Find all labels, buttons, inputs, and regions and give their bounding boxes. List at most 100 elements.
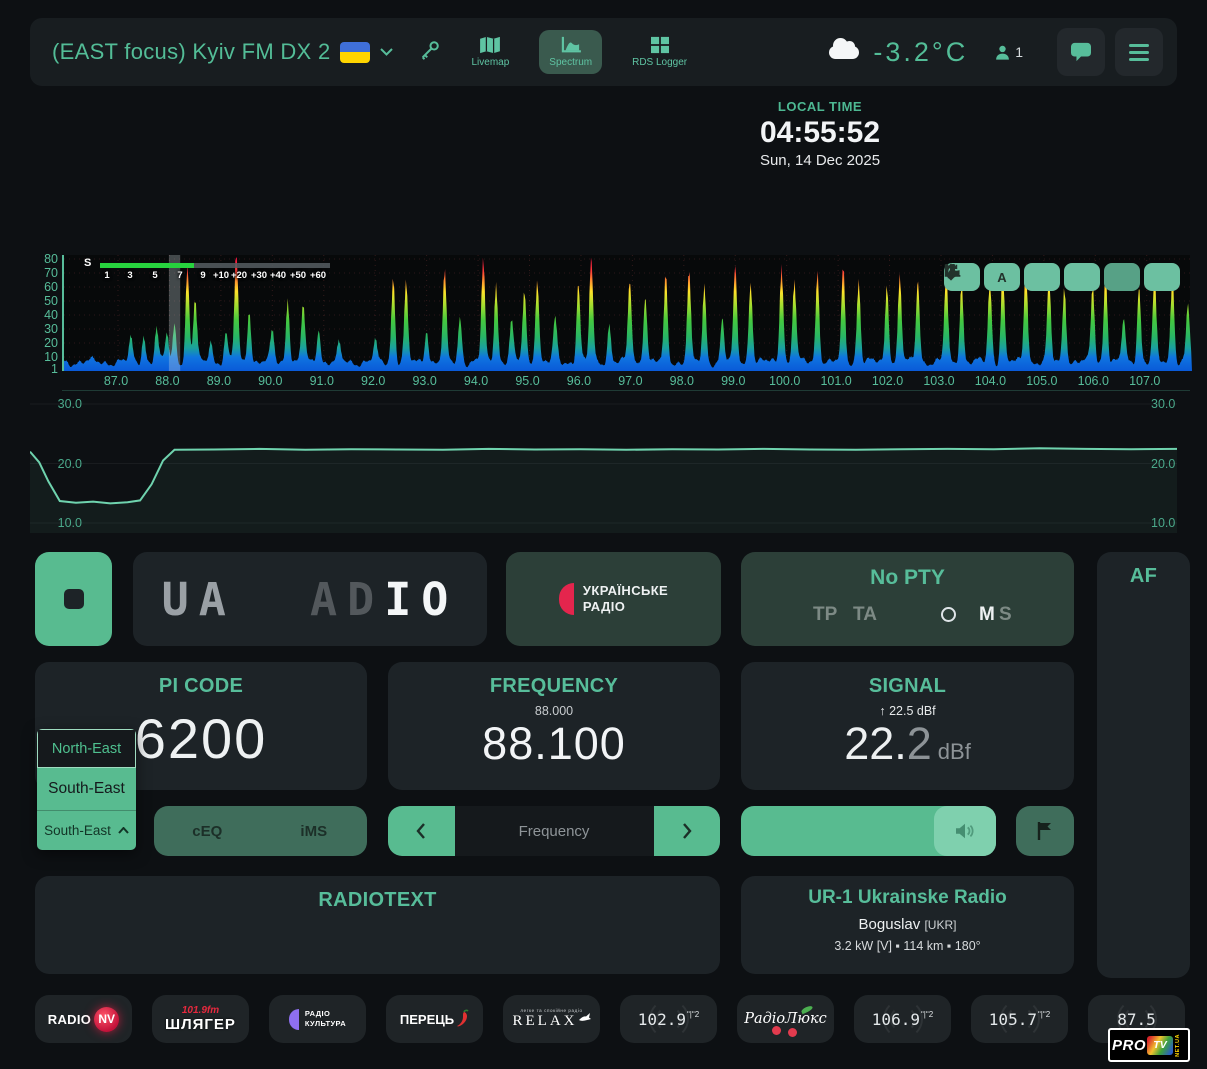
ceq-toggle[interactable]: cEQ bbox=[154, 806, 261, 856]
antenna-select: North-East South-East South-East bbox=[37, 729, 136, 850]
signal-y-tick: 30.0 bbox=[1151, 397, 1187, 411]
spectrum-chart-icon bbox=[560, 36, 582, 54]
weather-cloud-icon bbox=[829, 46, 859, 59]
tv-logo-icon: TV bbox=[1147, 1036, 1173, 1055]
volume-slider-thumb[interactable] bbox=[934, 806, 996, 856]
tuned-frequency-band bbox=[169, 255, 180, 371]
clock-time: 04:55:52 bbox=[690, 116, 950, 150]
spectrum-chart[interactable]: S 13579+10+20+30+40+50+60 A bbox=[62, 255, 1190, 371]
station-logo-radio-nv[interactable]: RADIONV bbox=[35, 995, 132, 1043]
station-logo-radio-kultura[interactable]: РАДІОКУЛЬТУРА bbox=[269, 995, 366, 1043]
antenna-option-north-east[interactable]: North-East bbox=[37, 729, 136, 768]
server-title: (EAST focus) Kyiv FM DX 2 bbox=[52, 39, 330, 65]
station-details: 3.2 kW [V] ▪ 114 km ▪ 180° bbox=[741, 939, 1074, 953]
station-logo-105.7-mhz[interactable]: 105.7ʺ|ʺ2 bbox=[971, 995, 1068, 1043]
y-tick: 30 bbox=[30, 322, 58, 336]
signal-panel: SIGNAL ↑ 22.5 dBf 22.2dBf bbox=[741, 662, 1074, 790]
spectrum-toolbar: A bbox=[944, 263, 1180, 291]
refresh-button[interactable] bbox=[1144, 263, 1180, 291]
tp-flag: TP bbox=[813, 604, 837, 626]
cherry-icon bbox=[788, 1028, 797, 1037]
ukrainske-radio-mark bbox=[559, 583, 574, 615]
chat-button[interactable] bbox=[1057, 28, 1105, 76]
nav-rds-logger[interactable]: RDS Logger bbox=[624, 30, 695, 74]
x-tick: 89.0 bbox=[197, 374, 241, 388]
key-icon[interactable] bbox=[419, 39, 441, 66]
af-list-panel: AF bbox=[1097, 552, 1190, 978]
x-tick: 87.0 bbox=[94, 374, 138, 388]
clock-label: LOCAL TIME bbox=[690, 99, 950, 114]
radiotext-panel: RADIOTEXT bbox=[35, 876, 720, 974]
stop-audio-button[interactable] bbox=[35, 552, 112, 646]
x-tick: 90.0 bbox=[248, 374, 292, 388]
graph-style-button[interactable] bbox=[1064, 263, 1100, 291]
ims-toggle[interactable]: iMS bbox=[261, 806, 368, 856]
vertical-zoom-button[interactable] bbox=[1024, 263, 1060, 291]
hamburger-icon bbox=[1129, 44, 1149, 61]
y-tick: 50 bbox=[30, 294, 58, 308]
station-logo-radio-relax[interactable]: легке та спокійне радіоRELAX bbox=[503, 995, 600, 1043]
x-tick: 91.0 bbox=[300, 374, 344, 388]
spectrum-widget: 80706050403020101 S bbox=[30, 248, 1190, 391]
volume-slider[interactable] bbox=[741, 806, 996, 856]
signal-y-tick: 10.0 bbox=[1151, 516, 1187, 530]
antenna-selected[interactable]: South-East bbox=[37, 810, 136, 850]
signal-y-tick: 30.0 bbox=[46, 397, 82, 411]
ms-music-flag: M bbox=[979, 604, 995, 626]
signal-y-tick: 20.0 bbox=[46, 457, 82, 471]
nav-spectrum[interactable]: Spectrum bbox=[539, 30, 602, 74]
pty-panel: No PTY TP TA M S bbox=[741, 552, 1074, 646]
ps-char-segment: AD bbox=[310, 573, 384, 626]
x-tick: 99.0 bbox=[711, 374, 755, 388]
protv-watermark: PRO TV NET.UA bbox=[1108, 1028, 1190, 1062]
map-icon bbox=[479, 36, 501, 54]
x-tick: 96.0 bbox=[557, 374, 601, 388]
ukraine-flag-icon bbox=[340, 42, 370, 63]
x-tick: 94.0 bbox=[454, 374, 498, 388]
ta-flag: TA bbox=[853, 604, 877, 626]
temperature: -3.2°C bbox=[873, 37, 968, 68]
x-tick: 103.0 bbox=[917, 374, 961, 388]
frequency-logo-text: 102.9 bbox=[638, 1010, 686, 1029]
x-tick: 88.0 bbox=[145, 374, 189, 388]
clock-date: Sun, 14 Dec 2025 bbox=[690, 152, 950, 169]
autoscale-button[interactable]: A bbox=[984, 263, 1020, 291]
tune-down-button[interactable] bbox=[388, 806, 455, 856]
previous-frequency: 88.000 bbox=[388, 704, 720, 718]
x-tick: 98.0 bbox=[660, 374, 704, 388]
x-tick: 106.0 bbox=[1071, 374, 1115, 388]
frequency-logo-text: 106.9 bbox=[872, 1010, 920, 1029]
antenna-option-south-east[interactable]: South-East bbox=[37, 768, 136, 810]
stereo-indicator bbox=[941, 607, 956, 622]
station-logo-102.9-mhz[interactable]: 102.9ʺ|ʺ2 bbox=[620, 995, 717, 1043]
y-tick: 60 bbox=[30, 280, 58, 294]
station-location: Boguslav [UKR] bbox=[741, 916, 1074, 933]
tune-up-button[interactable] bbox=[654, 806, 721, 856]
x-tick: 105.0 bbox=[1020, 374, 1064, 388]
x-tick: 102.0 bbox=[866, 374, 910, 388]
leaf-icon bbox=[800, 1005, 813, 1015]
signal-history-graph: 30.030.020.020.010.010.0 bbox=[30, 398, 1177, 533]
flag-icon bbox=[1036, 821, 1054, 841]
menu-button[interactable] bbox=[1115, 28, 1163, 76]
frequency-logo-text: 87.5 bbox=[1117, 1010, 1156, 1029]
x-tick: 101.0 bbox=[814, 374, 858, 388]
table-icon bbox=[650, 36, 670, 54]
x-tick: 104.0 bbox=[968, 374, 1012, 388]
signal-peak: ↑ 22.5 dBf bbox=[741, 704, 1074, 718]
signal-y-tick: 10.0 bbox=[46, 516, 82, 530]
station-logo-shlyager-101.9[interactable]: 101.9fmШЛЯГЕР bbox=[152, 995, 249, 1043]
report-flag-button[interactable] bbox=[1016, 806, 1074, 856]
user-icon bbox=[994, 44, 1011, 61]
station-logo-perets-fm[interactable]: ПЕРЕЦЬ bbox=[386, 995, 483, 1043]
nv-badge: NV bbox=[94, 1007, 119, 1032]
nav-livemap[interactable]: Livemap bbox=[463, 30, 517, 74]
cherry-icon bbox=[772, 1026, 781, 1035]
chevron-down-icon[interactable] bbox=[380, 43, 393, 61]
ps-name-display: UA ADIO bbox=[133, 552, 487, 646]
frequency-input[interactable] bbox=[455, 806, 654, 856]
station-logo-radio-lux[interactable]: РадіоЛюкс bbox=[737, 995, 834, 1043]
pause-button[interactable] bbox=[1104, 263, 1140, 291]
station-logo-106.9-mhz[interactable]: 106.9ʺ|ʺ2 bbox=[854, 995, 951, 1043]
ms-speech-flag: S bbox=[999, 604, 1012, 626]
